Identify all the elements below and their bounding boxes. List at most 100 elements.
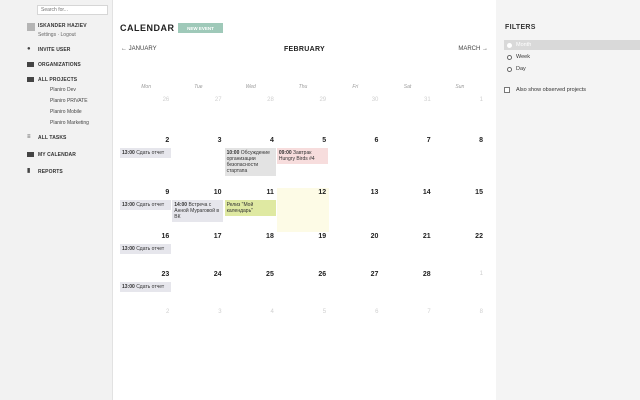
calendar-day[interactable]: 27 xyxy=(329,270,381,308)
day-number: 1 xyxy=(479,97,483,103)
day-number: 15 xyxy=(475,189,483,196)
calendar-day[interactable]: 11 Релиз "Мой календарь" xyxy=(224,188,277,232)
filter-week[interactable]: Week xyxy=(504,52,640,62)
nav-reports[interactable]: ▮ REPORTS xyxy=(27,168,63,175)
nav-invite-user[interactable]: ● INVITE USER xyxy=(27,46,71,53)
calendar-day[interactable]: 14 xyxy=(381,188,433,232)
day-number: 29 xyxy=(319,97,327,103)
observed-checkbox[interactable] xyxy=(504,87,510,93)
radio-icon[interactable] xyxy=(507,42,512,48)
observed-projects-toggle[interactable]: Also show observed projects xyxy=(504,87,586,93)
calendar-week: 9 13:00 Сдать отчет 10 14:00 Встреча с Анно… xyxy=(120,188,486,232)
sidebar-item-planiro-private[interactable]: Planiro PRIVATE xyxy=(50,98,88,104)
calendar-day[interactable]: 30 xyxy=(329,96,381,136)
radio-icon[interactable] xyxy=(507,54,512,60)
calendar-day[interactable]: 28 xyxy=(225,96,277,136)
calendar-day[interactable]: 24 xyxy=(172,270,224,308)
calendar-event[interactable]: Релиз "Мой календарь" xyxy=(224,200,276,216)
user-links: Settings · Logout xyxy=(38,32,87,38)
nav-all-projects[interactable]: ALL PROJECTS xyxy=(27,77,77,83)
calendar-day[interactable]: 31 xyxy=(381,96,433,136)
sidebar-item-planiro-mobile[interactable]: Planiro Mobile xyxy=(50,109,82,115)
calendar-event[interactable]: 13:00 Сдать отчет xyxy=(120,282,171,292)
calendar-day[interactable]: 7 xyxy=(381,308,433,354)
calendar-day[interactable]: 3 xyxy=(172,136,224,188)
filters-title: FILTERS xyxy=(505,24,536,31)
settings-link[interactable]: Settings xyxy=(38,32,56,38)
calendar-day[interactable]: 19 xyxy=(277,232,329,270)
weekday-label: Fri xyxy=(352,84,359,90)
calendar-day[interactable]: 23 13:00 Сдать отчет xyxy=(120,270,172,308)
nav-reports-label: REPORTS xyxy=(38,169,63,175)
calendar-day[interactable]: 1 xyxy=(434,96,486,136)
calendar-week: 16 13:00 Сдать отчет 17 18 19 20 21 22 xyxy=(120,232,486,270)
calendar-day[interactable]: 25 xyxy=(225,270,277,308)
calendar-event[interactable]: 09:00 Завтрак Hungry Birds #4 xyxy=(276,148,328,164)
radio-icon[interactable] xyxy=(507,66,512,72)
calendar-day[interactable]: 21 xyxy=(381,232,433,270)
calendar-grid: 26 27 28 29 30 31 1 2 13:00 Сдать отчет 3 4 10:00 О… xyxy=(120,96,486,354)
calendar-day[interactable]: 18 xyxy=(225,232,277,270)
calendar-day[interactable]: 5 09:00 Завтрак Hungry Birds #4 xyxy=(276,136,329,188)
next-month-link[interactable]: MARCH → xyxy=(458,46,488,52)
calendar-day[interactable]: 20 xyxy=(329,232,381,270)
calendar-event[interactable]: 13:00 Сдать отчет xyxy=(120,244,171,254)
new-event-button[interactable]: NEW EVENT xyxy=(178,23,223,33)
weekday-header: Mon Tue Wed Thu Fri Sat Sun xyxy=(120,84,486,90)
day-number: 8 xyxy=(479,137,483,144)
calendar-event[interactable]: 13:00 Сдать отчет xyxy=(120,148,171,158)
calendar-day[interactable]: 6 xyxy=(329,136,381,188)
day-number: 3 xyxy=(217,137,222,144)
calendar-event[interactable]: 14:00 Встреча с Анной Мураговой в ВК xyxy=(172,200,224,222)
day-number: 3 xyxy=(218,309,222,315)
filter-day[interactable]: Day xyxy=(504,64,640,74)
day-number: 7 xyxy=(427,309,431,315)
filters-panel: FILTERS Month Week Day Also show observed … xyxy=(496,0,640,400)
calendar-day[interactable]: 8 xyxy=(434,136,486,188)
nav-all-tasks[interactable]: ≡ ALL TASKS xyxy=(27,134,67,141)
filter-month[interactable]: Month xyxy=(504,40,640,50)
calendar-day[interactable]: 10 14:00 Встреча с Анной Мураговой в ВК xyxy=(172,188,224,232)
weekday-label: Tue xyxy=(194,84,203,90)
calendar-day[interactable]: 7 xyxy=(381,136,433,188)
calendar-day[interactable]: 9 13:00 Сдать отчет xyxy=(120,188,172,232)
filter-label: Month xyxy=(516,42,532,48)
calendar-day[interactable]: 4 xyxy=(225,308,277,354)
calendar-day[interactable]: 26 xyxy=(277,270,329,308)
calendar-day[interactable]: 3 xyxy=(172,308,224,354)
search-input[interactable] xyxy=(37,5,108,15)
building-icon xyxy=(27,62,34,67)
day-number: 1 xyxy=(479,271,483,277)
calendar-day[interactable]: 17 xyxy=(172,232,224,270)
calendar-day[interactable]: 22 xyxy=(434,232,486,270)
event-title: Сдать отчет xyxy=(136,150,165,156)
calendar-day[interactable]: 26 xyxy=(120,96,172,136)
calendar-day[interactable]: 1 xyxy=(434,270,486,308)
calendar-day[interactable]: 5 xyxy=(277,308,329,354)
calendar-day[interactable]: 12 xyxy=(276,188,330,232)
nav-my-calendar-label: MY CALENDAR xyxy=(38,152,76,158)
calendar-day[interactable]: 6 xyxy=(329,308,381,354)
day-number: 12 xyxy=(318,189,327,196)
calendar-day[interactable]: 27 xyxy=(172,96,224,136)
calendar-day[interactable]: 2 xyxy=(120,308,172,354)
day-number: 4 xyxy=(269,137,274,144)
calendar-day[interactable]: 4 10:00 Обсуждение организации безопаснос… xyxy=(224,136,277,188)
day-number: 6 xyxy=(374,137,379,144)
sidebar-item-planiro-dev[interactable]: Planiro Dev xyxy=(50,87,76,93)
calendar-day[interactable]: 13 xyxy=(329,188,381,232)
calendar-day[interactable]: 15 xyxy=(434,188,486,232)
calendar-day[interactable]: 29 xyxy=(277,96,329,136)
nav-organizations[interactable]: ORGANIZATIONS xyxy=(27,62,81,68)
calendar-day[interactable]: 28 xyxy=(381,270,433,308)
logout-link[interactable]: Logout xyxy=(61,32,76,38)
calendar-day[interactable]: 16 13:00 Сдать отчет xyxy=(120,232,172,270)
checklist-icon: ≡ xyxy=(27,134,31,140)
calendar-day[interactable]: 2 13:00 Сдать отчет xyxy=(120,136,172,188)
day-number: 2 xyxy=(165,309,170,315)
calendar-day[interactable]: 8 xyxy=(434,308,486,354)
calendar-event[interactable]: 13:00 Сдать отчет xyxy=(120,200,171,210)
sidebar-item-planiro-marketing[interactable]: Planiro Marketing xyxy=(50,120,89,126)
nav-my-calendar[interactable]: MY CALENDAR xyxy=(27,152,76,158)
calendar-event[interactable]: 10:00 Обсуждение организации безопасност… xyxy=(224,148,276,176)
